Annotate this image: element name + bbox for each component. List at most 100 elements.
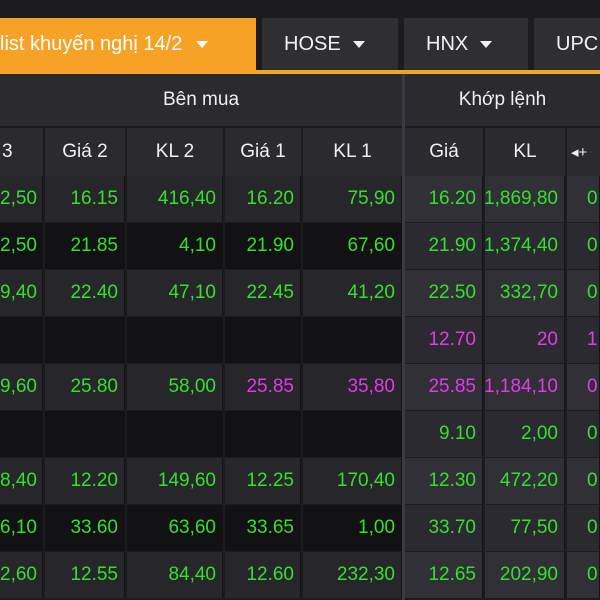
col-header-price2[interactable]: Giá 2 xyxy=(45,128,125,176)
matched-orders-header: Khớp lệnh xyxy=(405,74,600,126)
cell-kl2: 149,60 xyxy=(127,458,223,504)
cell-change: 0 xyxy=(567,505,600,551)
cell-price1: 21.90 xyxy=(225,223,301,269)
cell-change: 1 xyxy=(567,317,600,363)
cell-match-price: 16.20 xyxy=(405,176,483,222)
exchange-tab-bar: list khuyến nghị 14/2 HOSE HNX UPC xyxy=(0,0,600,74)
cell-match-kl: 472,20 xyxy=(485,458,565,504)
cell-price1: 12.60 xyxy=(225,552,301,598)
cell-kl1: 41,20 xyxy=(303,270,402,316)
table-row[interactable]: 6,10 33.60 63,60 33.65 1,00 33.70 77,50 0 xyxy=(0,505,600,551)
column-scroll-toggle[interactable]: ◂+ xyxy=(567,128,600,176)
column-header-row: 3 Giá 2 KL 2 Giá 1 KL 1 Giá KL ◂+ xyxy=(0,128,600,176)
cell-change: 0 xyxy=(567,176,600,222)
cell-price1: 33.65 xyxy=(225,505,301,551)
cell-kl1: 35,80 xyxy=(303,364,402,410)
cell-match-kl: 202,90 xyxy=(485,552,565,598)
cell-match-kl: 332,70 xyxy=(485,270,565,316)
cell-change: 0 xyxy=(567,552,600,598)
tab-watchlist-label: list khuyến nghị 14/2 xyxy=(0,32,183,55)
cell-price2: 16.15 xyxy=(45,176,125,222)
cell-match-kl: 1,184,10 xyxy=(485,364,565,410)
chevron-down-icon xyxy=(480,40,493,48)
cell-kl2: 84,40 xyxy=(127,552,223,598)
column-group-divider xyxy=(402,74,405,600)
table-row[interactable]: 2,60 12.55 84,40 12.60 232,30 12.65 202,90 0 xyxy=(0,552,600,598)
tab-hnx-label: HNX xyxy=(426,32,469,55)
cell-kl2: 58,00 xyxy=(127,364,223,410)
cell-match-price: 22.50 xyxy=(405,270,483,316)
cell-kl2 xyxy=(127,317,223,363)
cell-kl3: 2,60 xyxy=(0,552,43,598)
cell-kl3: 2,50 xyxy=(0,223,43,269)
cell-price1: 22.45 xyxy=(225,270,301,316)
cell-match-price: 12.30 xyxy=(405,458,483,504)
cell-match-price: 12.70 xyxy=(405,317,483,363)
cell-match-kl: 1,374,40 xyxy=(485,223,565,269)
cell-change: 0 xyxy=(567,411,600,457)
tab-hose[interactable]: HOSE xyxy=(262,18,398,70)
cell-match-kl: 77,50 xyxy=(485,505,565,551)
cell-price2 xyxy=(45,317,125,363)
cell-kl3: 9,40 xyxy=(0,270,43,316)
cell-match-price: 33.70 xyxy=(405,505,483,551)
tab-upcom-label: UPC xyxy=(556,32,599,55)
cell-kl3: 6,10 xyxy=(0,505,43,551)
table-row[interactable]: 2,50 16.15 416,40 16.20 75,90 16.20 1,869,80 0 xyxy=(0,176,600,222)
cell-price1: 12.25 xyxy=(225,458,301,504)
cell-kl3: 2,50 xyxy=(0,176,43,222)
cell-price1 xyxy=(225,317,301,363)
cell-price2: 25.80 xyxy=(45,364,125,410)
cell-kl2: 47,10 xyxy=(127,270,223,316)
tab-hnx[interactable]: HNX xyxy=(404,18,528,70)
chevron-down-icon xyxy=(352,40,365,48)
cell-match-price: 21.90 xyxy=(405,223,483,269)
cell-kl3 xyxy=(0,411,43,457)
table-row[interactable]: 2,50 21.85 4,10 21.90 67,60 21.90 1,374,40 0 xyxy=(0,223,600,269)
cell-match-kl: 2,00 xyxy=(485,411,565,457)
cell-kl2: 4,10 xyxy=(127,223,223,269)
col-header-match-kl[interactable]: KL xyxy=(485,128,565,176)
cell-kl3: 8,40 xyxy=(0,458,43,504)
cell-price2: 33.60 xyxy=(45,505,125,551)
table-row[interactable]: 9,40 22.40 47,10 22.45 41,20 22.50 332,70 0 xyxy=(0,270,600,316)
cell-price2: 21.85 xyxy=(45,223,125,269)
cell-kl3 xyxy=(0,317,43,363)
buy-side-header: Bên mua xyxy=(0,74,402,126)
col-header-kl3[interactable]: 3 xyxy=(0,128,43,176)
cell-kl3: 9,60 xyxy=(0,364,43,410)
table-row[interactable]: 9,60 25.80 58,00 25.85 35,80 25.85 1,184,10 0 xyxy=(0,364,600,410)
cell-kl1: 1,00 xyxy=(303,505,402,551)
col-header-kl2[interactable]: KL 2 xyxy=(127,128,223,176)
cell-kl2 xyxy=(127,411,223,457)
cell-price2 xyxy=(45,411,125,457)
cell-change: 0 xyxy=(567,270,600,316)
chevron-down-icon xyxy=(196,40,209,48)
cell-price1: 16.20 xyxy=(225,176,301,222)
cell-kl2: 63,60 xyxy=(127,505,223,551)
table-row[interactable]: 8,40 12.20 149,60 12.25 170,40 12.30 472,20 0 xyxy=(0,458,600,504)
cell-match-kl: 20 xyxy=(485,317,565,363)
cell-change: 0 xyxy=(567,458,600,504)
tab-watchlist[interactable]: list khuyến nghị 14/2 xyxy=(0,18,256,70)
cell-kl1: 170,40 xyxy=(303,458,402,504)
cell-change: 0 xyxy=(567,223,600,269)
cell-price2: 12.20 xyxy=(45,458,125,504)
table-row[interactable]: 12.70 20 1 xyxy=(0,317,600,363)
table-row[interactable]: 9.10 2,00 0 xyxy=(0,411,600,457)
col-header-price1[interactable]: Giá 1 xyxy=(225,128,301,176)
cell-kl1 xyxy=(303,411,402,457)
col-header-match-price[interactable]: Giá xyxy=(405,128,483,176)
cell-kl1: 232,30 xyxy=(303,552,402,598)
cell-price2: 22.40 xyxy=(45,270,125,316)
cell-match-price: 9.10 xyxy=(405,411,483,457)
tab-upcom[interactable]: UPC xyxy=(534,18,600,70)
col-header-kl1[interactable]: KL 1 xyxy=(303,128,402,176)
cell-match-kl: 1,869,80 xyxy=(485,176,565,222)
cell-match-price: 12.65 xyxy=(405,552,483,598)
cell-price2: 12.55 xyxy=(45,552,125,598)
cell-price1 xyxy=(225,411,301,457)
cell-kl1: 75,90 xyxy=(303,176,402,222)
cell-match-price: 25.85 xyxy=(405,364,483,410)
cell-kl1: 67,60 xyxy=(303,223,402,269)
